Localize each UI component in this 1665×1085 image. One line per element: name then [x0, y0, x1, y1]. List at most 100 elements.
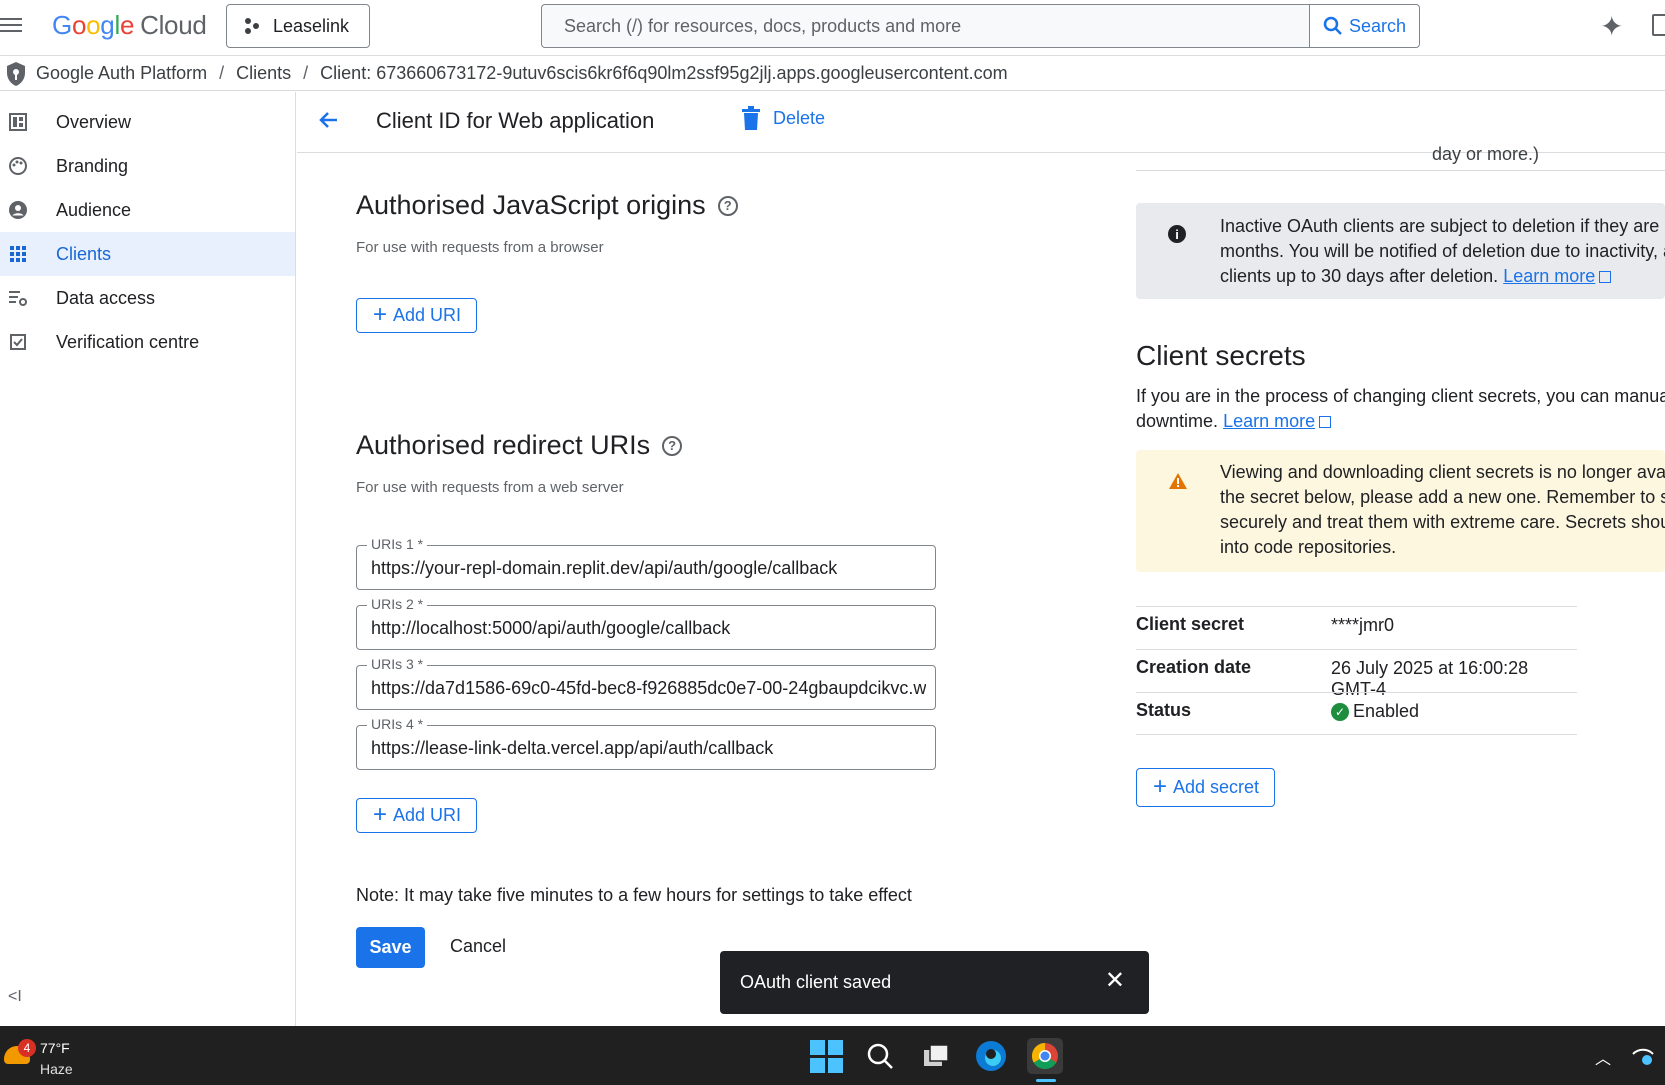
divider	[1136, 170, 1665, 171]
status-badge: Enabled	[1353, 701, 1420, 721]
uri-field-label: URIs 1 *	[367, 536, 428, 552]
sidebar-item-clients[interactable]: Clients	[0, 232, 295, 276]
weather-widget[interactable]: 4 77°F Haze	[4, 1034, 94, 1078]
search-button-label: Search	[1348, 15, 1407, 36]
active-app-indicator	[1036, 1079, 1056, 1082]
plus-icon: +	[373, 800, 388, 828]
warning-line: Viewing and downloading client secrets i…	[1220, 462, 1665, 482]
js-origins-subtitle: For use with requests from a browser	[356, 239, 604, 256]
main-menu-icon[interactable]	[0, 14, 24, 34]
inactive-clients-info-banner: i Inactive OAuth clients are subject to …	[1136, 203, 1665, 299]
shield-icon	[7, 61, 25, 86]
taskbar-search-icon[interactable]	[862, 1038, 898, 1074]
secrets-warning-banner: Viewing and downloading client secrets i…	[1136, 450, 1665, 572]
breadcrumb-clients[interactable]: Clients	[236, 63, 291, 84]
sidebar-item-verification-centre[interactable]: Verification centre	[0, 320, 295, 364]
uri-field-4[interactable]: URIs 4 * https://lease-link-delta.vercel…	[356, 716, 936, 770]
status-value: ✓ Enabled	[1331, 701, 1419, 722]
uri-field-value[interactable]: https://da7d1586-69c0-45fd-bec8-f926885d…	[371, 678, 926, 699]
learn-more-link[interactable]: Learn more	[1503, 266, 1595, 286]
sidebar-item-label: Overview	[56, 111, 132, 132]
uri-field-value[interactable]: https://lease-link-delta.vercel.app/api/…	[371, 738, 926, 759]
row-key: Creation date	[1136, 657, 1252, 677]
delete-button[interactable]: Delete	[741, 106, 825, 130]
delete-label: Delete	[773, 107, 826, 128]
notification-badge: 4	[18, 1039, 36, 1057]
chevron-up-icon[interactable]: ︿	[1595, 1045, 1611, 1069]
sidebar-item-label: Data access	[56, 287, 156, 308]
collapse-sidebar-icon[interactable]: <I	[8, 988, 22, 1006]
warning-line: securely and treat them with extreme car…	[1220, 512, 1665, 532]
search-icon	[1323, 16, 1342, 35]
add-js-origin-button[interactable]: + Add URI	[356, 298, 478, 333]
sidebar-item-data-access[interactable]: Data access	[0, 276, 295, 320]
help-icon[interactable]: ?	[717, 195, 738, 216]
windows-start-icon[interactable]	[808, 1038, 844, 1074]
add-secret-label: Add secret	[1173, 777, 1260, 797]
top-bar: Google Cloud Leaselink Search (/) for res…	[0, 0, 1665, 56]
breadcrumb-auth-platform[interactable]: Google Auth Platform	[36, 63, 207, 84]
client-secrets-description: If you are in the process of changing cl…	[1136, 384, 1665, 434]
warning-line: the secret below, please add a new one. …	[1220, 487, 1665, 507]
redirect-uris-subtitle: For use with requests from a web server	[356, 479, 624, 496]
check-circle-icon: ✓	[1331, 702, 1349, 721]
weather-condition: Haze	[40, 1061, 73, 1077]
sidebar-item-branding[interactable]: Branding	[0, 144, 295, 188]
search-input[interactable]: Search (/) for resources, docs, products…	[541, 4, 1309, 48]
search-button[interactable]: Search	[1309, 4, 1420, 48]
sidebar-item-audience[interactable]: Audience	[0, 188, 295, 232]
add-redirect-uri-button[interactable]: + Add URI	[356, 798, 478, 833]
secrets-desc-line-2: downtime. Learn more	[1136, 409, 1665, 434]
task-view-icon[interactable]	[918, 1038, 954, 1074]
project-picker-button[interactable]: Leaselink	[226, 4, 370, 48]
info-line: Inactive OAuth clients are subject to de…	[1220, 216, 1665, 236]
uri-field-label: URIs 3 *	[367, 656, 428, 672]
uri-field-1[interactable]: URIs 1 * https://your-repl-domain.replit…	[356, 536, 936, 590]
chrome-browser-icon[interactable]	[1027, 1038, 1063, 1074]
add-secret-button[interactable]: + Add secret	[1136, 768, 1276, 807]
row-key: Status	[1136, 700, 1192, 720]
redirect-uris-heading: Authorised redirect URIs ?	[356, 430, 683, 461]
sidebar-item-label: Audience	[56, 199, 132, 220]
save-button[interactable]: Save	[356, 927, 425, 968]
help-icon[interactable]: ?	[662, 435, 683, 456]
table-row: Creation date 26 July 2025 at 16:00:28 G…	[1136, 649, 1577, 699]
terminal-icon[interactable]	[1652, 14, 1665, 36]
breadcrumb-separator: /	[219, 63, 225, 83]
network-icon[interactable]	[1632, 1047, 1654, 1065]
back-arrow-icon[interactable]	[317, 108, 341, 132]
google-cloud-logo[interactable]: Google Cloud	[52, 10, 207, 41]
uri-field-3[interactable]: URIs 3 * https://da7d1586-69c0-45fd-bec8…	[356, 656, 936, 710]
uri-field-value[interactable]: http://localhost:5000/api/auth/google/ca…	[371, 618, 926, 639]
row-value: ****jmr0	[1331, 615, 1395, 635]
close-icon[interactable]: ✕	[1105, 969, 1125, 993]
info-line: clients up to 30 days after deletion.	[1220, 266, 1499, 286]
warning-icon	[1169, 473, 1187, 489]
dashboard-icon	[9, 113, 27, 131]
edge-browser-icon[interactable]	[973, 1038, 1009, 1074]
secrets-desc-line: downtime.	[1136, 411, 1219, 431]
uri-field-label: URIs 2 *	[367, 596, 428, 612]
secret-details-table: Client secret ****jmr0 Creation date 26 …	[1136, 606, 1577, 735]
apps-grid-icon	[10, 246, 26, 262]
person-icon	[9, 201, 27, 219]
row-key: Client secret	[1136, 614, 1245, 634]
sidebar: Overview Branding Audience Clients Data …	[0, 92, 296, 1026]
breadcrumb-client-id: Client: 673660673172-9utuv6scis6kr6f6q90…	[320, 63, 1008, 83]
sidebar-item-overview[interactable]: Overview	[0, 100, 295, 144]
truncated-text: day or more.)	[1432, 144, 1540, 164]
toast-notification: OAuth client saved ✕	[720, 951, 1149, 1014]
page-title: Client ID for Web application	[376, 108, 655, 133]
uri-field-2[interactable]: URIs 2 * http://localhost:5000/api/auth/…	[356, 596, 936, 650]
warning-line: into code repositories.	[1220, 537, 1397, 557]
table-row: Client secret ****jmr0	[1136, 606, 1577, 649]
data-settings-icon	[9, 291, 27, 306]
learn-more-link[interactable]: Learn more	[1223, 411, 1315, 431]
add-uri-label: Add URI	[393, 305, 462, 325]
info-line: months. You will be notified of deletion…	[1220, 241, 1665, 261]
uri-field-value[interactable]: https://your-repl-domain.replit.dev/api/…	[371, 558, 926, 579]
cancel-button[interactable]: Cancel	[450, 936, 506, 957]
checkbox-icon	[10, 334, 26, 350]
external-link-icon	[1319, 416, 1332, 428]
gemini-sparkle-icon[interactable]: ✦	[1600, 10, 1623, 43]
